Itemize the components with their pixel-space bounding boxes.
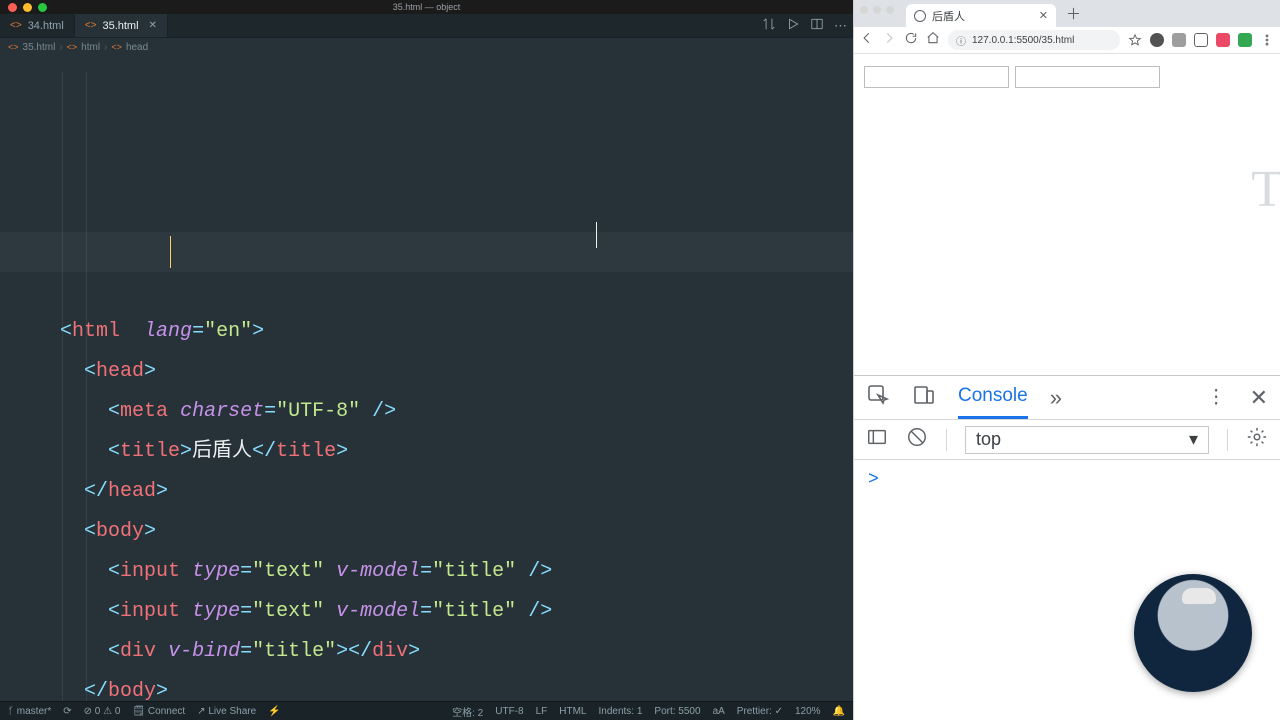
more-tabs-icon[interactable]: » [1050,385,1062,411]
chrome-tabstrip: 后盾人 ✕ ＋ [854,0,1280,27]
watermark-text: T [1251,160,1280,219]
traffic-minimize-icon[interactable] [23,3,32,12]
context-selector[interactable]: top ▾ [965,426,1209,454]
breadcrumb-item[interactable]: html [81,42,100,53]
traffic-maximize-icon[interactable] [886,6,894,14]
sb-language[interactable]: HTML [559,706,586,717]
chrome-tab[interactable]: 后盾人 ✕ [906,4,1056,27]
sb-connect[interactable]: 🗒 Connect [132,706,185,717]
close-tab-icon[interactable]: ✕ [1039,9,1048,22]
breadcrumb-item[interactable]: 35.html [23,42,56,53]
profile-avatar[interactable] [1238,33,1252,47]
devtools-tabbar: Console » ⋮ ✕ [854,376,1280,420]
url-text: 127.0.0.1:5500/35.html [972,35,1074,46]
show-console-sidebar-icon[interactable] [866,426,888,453]
traffic-close-icon[interactable] [860,6,868,14]
code-editor[interactable]: <html lang="en"> <head> <meta charset="U… [0,56,853,701]
more-icon[interactable]: ⋯ [834,18,847,34]
run-icon[interactable] [786,17,800,34]
address-bar[interactable]: ⓘ 127.0.0.1:5500/35.html [948,30,1120,50]
chrome-window: 后盾人 ✕ ＋ ⓘ 127.0.0.1:5500/35.html T [853,0,1280,720]
sb-encoding[interactable]: UTF-8 [495,706,523,717]
vscode-window: 35.html — object <> 34.html <> 35.html ✕… [0,0,853,720]
bookmark-star-icon[interactable] [1128,33,1142,47]
site-info-icon[interactable]: ⓘ [956,33,966,48]
traffic-minimize-icon[interactable] [873,6,881,14]
chrome-menu-icon[interactable] [1260,33,1274,47]
chevron-right-icon: › [59,42,62,53]
forward-button[interactable] [882,31,896,50]
breadcrumb[interactable]: <> 35.html › <> html › <> head [0,38,853,56]
close-devtools-icon[interactable]: ✕ [1250,385,1268,411]
clear-console-icon[interactable] [906,426,928,453]
console-toolbar: top ▾ [854,420,1280,460]
tab-34-html[interactable]: <> 34.html [0,14,75,37]
sb-spaces[interactable]: 空格: 2 [452,704,483,719]
breadcrumb-item[interactable]: head [126,42,148,53]
inspect-element-icon[interactable] [866,383,890,413]
chevron-right-icon: › [104,42,107,53]
compare-changes-icon[interactable] [762,17,776,34]
tab-console[interactable]: Console [958,376,1028,419]
tab-label: 34.html [28,20,64,32]
tab-label: 35.html [102,20,138,32]
sb-branch[interactable]: ᚶ master* [8,706,51,717]
tag-icon: <> [67,42,78,52]
text-input-2[interactable] [1015,66,1160,88]
home-button[interactable] [926,31,940,50]
tab-35-html[interactable]: <> 35.html ✕ [75,14,168,37]
extension-icon[interactable] [1216,33,1230,47]
window-title: 35.html — object [0,2,853,12]
page-body [854,54,1280,375]
sb-zoom[interactable]: 120% [795,706,821,717]
sb-liveshare[interactable]: ↗ Live Share [197,706,256,717]
sb-format[interactable]: aA [713,706,725,717]
traffic-close-icon[interactable] [8,3,17,12]
chevron-down-icon: ▾ [1189,429,1198,450]
split-editor-icon[interactable] [810,17,824,34]
sb-problems[interactable]: ⊘ 0 ⚠ 0 [84,706,121,717]
statusbar: ᚶ master* ⟳ ⊘ 0 ⚠ 0 🗒 Connect ↗ Live Sha… [0,701,853,720]
tab-title: 后盾人 [932,8,965,24]
editor-tabbar: <> 34.html <> 35.html ✕ ⋯ [0,14,853,38]
extension-icon[interactable] [1172,33,1186,47]
html-file-icon: <> [85,20,97,31]
devtools-menu-icon[interactable]: ⋮ [1207,386,1228,409]
traffic-maximize-icon[interactable] [38,3,47,12]
webcam-overlay [1134,574,1252,692]
html-file-icon: <> [10,20,22,31]
sb-prettier[interactable]: Prettier: ✓ [737,706,783,717]
reload-button[interactable] [904,31,918,50]
chrome-toolbar: ⓘ 127.0.0.1:5500/35.html [854,27,1280,54]
html-file-icon: <> [8,42,19,52]
globe-icon [914,10,926,22]
new-tab-button[interactable]: ＋ [1066,3,1081,24]
sb-sync-icon[interactable]: ⟳ [63,706,71,717]
sb-lightning-icon[interactable]: ⚡ [268,706,280,717]
console-settings-icon[interactable] [1246,426,1268,453]
text-input-1[interactable] [864,66,1009,88]
sb-indents[interactable]: Indents: 1 [598,706,642,717]
back-button[interactable] [860,31,874,50]
console-prompt[interactable]: > [868,470,879,490]
device-toolbar-icon[interactable] [912,383,936,413]
sb-port[interactable]: Port: 5500 [654,706,700,717]
close-tab-icon[interactable]: ✕ [149,20,157,31]
extension-icon[interactable] [1194,33,1208,47]
mac-titlebar: 35.html — object [0,0,853,14]
tag-icon: <> [111,42,122,52]
sb-eol[interactable]: LF [536,706,548,717]
extension-icon[interactable] [1150,33,1164,47]
sb-bell-icon[interactable]: 🔔 [833,706,845,717]
